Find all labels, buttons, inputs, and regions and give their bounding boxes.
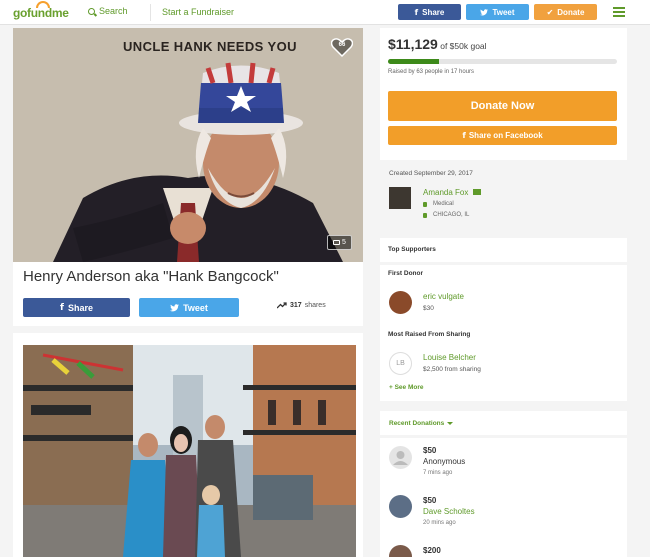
header-share-button[interactable]: f Share (398, 4, 461, 20)
top-nav: gofundme Search Start a Fundraiser f Sha… (0, 0, 650, 25)
donation-amount: $200 (423, 546, 441, 555)
progress-bar (388, 59, 617, 64)
amount-raised: $11,129 of $50k goal (388, 36, 487, 52)
search-link[interactable]: Search (88, 6, 128, 16)
recent-donations-dropdown[interactable]: Recent Donations (389, 420, 454, 427)
donor-name[interactable]: Dave Scholtes (423, 507, 475, 516)
facebook-icon: f (60, 302, 64, 313)
nav-divider (150, 4, 151, 21)
donation-summary-card: $11,129 of $50k goal Raised by 63 people… (380, 28, 627, 160)
camera-icon (333, 240, 341, 245)
donation-amount: $50 (423, 446, 437, 455)
recent-donations-list (380, 438, 627, 557)
hamburger-menu-icon[interactable] (613, 7, 625, 17)
share-on-facebook-button[interactable]: f Share on Facebook (388, 126, 617, 145)
user-icon (393, 451, 408, 465)
twitter-icon (170, 303, 180, 311)
organizer-location: CHICAGO, IL (423, 212, 469, 218)
donor-name: Anonymous (423, 457, 466, 466)
heart-count: 66 (338, 42, 346, 48)
donation-time: 7 mins ago (423, 470, 453, 476)
tag-icon (423, 201, 427, 207)
organizer-category: Medical (423, 201, 454, 207)
campaign-title: Henry Anderson aka "Hank Bangcock" (23, 268, 279, 285)
envelope-icon[interactable] (472, 189, 481, 195)
start-fundraiser-link[interactable]: Start a Fundraiser (162, 7, 234, 17)
campaign-hero-image[interactable]: UNCLE HANK NEEDS YOU (13, 28, 363, 262)
chevron-down-icon (447, 422, 454, 425)
first-donor-name[interactable]: eric vulgate (423, 292, 464, 301)
tweet-button[interactable]: Tweet (139, 298, 239, 317)
campaign-title-card: Henry Anderson aka "Hank Bangcock" f Sha… (13, 262, 363, 326)
search-icon (88, 7, 95, 15)
created-date: Created September 29, 2017 (389, 170, 473, 177)
most-raised-name[interactable]: Louise Belcher (423, 353, 476, 362)
top-supporters-header: Top Supporters (380, 238, 627, 262)
sun-logo-icon (36, 1, 50, 8)
photo-count-badge[interactable]: 5 (327, 235, 352, 250)
donation-time: 20 mins ago (423, 520, 456, 526)
donate-now-button[interactable]: Donate Now (388, 91, 617, 121)
organizer-avatar[interactable] (389, 187, 411, 209)
most-raised-amount: $2,500 from sharing (423, 366, 481, 373)
share-count: 317 shares (277, 302, 326, 309)
hero-caption: UNCLE HANK NEEDS YOU (123, 39, 297, 54)
top-supporters-panel: First Donor eric vulgate $30 Most Raised… (380, 265, 627, 401)
donation-amount: $50 (423, 496, 437, 505)
gofundme-logo[interactable]: gofundme (13, 1, 69, 20)
most-raised-avatar: LB (389, 352, 412, 375)
header-donate-button[interactable]: ✔ Donate (534, 4, 597, 20)
check-icon: ✔ (546, 7, 554, 17)
facebook-icon: f (414, 7, 419, 17)
trending-arrow-icon (277, 302, 287, 309)
first-donor-avatar (389, 291, 412, 314)
location-pin-icon (423, 212, 427, 218)
story-card (13, 333, 363, 557)
uncle-sam-illustration (13, 28, 363, 262)
facebook-icon: f (462, 131, 466, 140)
twitter-icon (480, 8, 489, 15)
header-tweet-button[interactable]: Tweet (466, 4, 529, 20)
family-photo (23, 345, 356, 557)
search-label: Search (99, 6, 128, 16)
facebook-share-button[interactable]: f Share (23, 298, 130, 317)
donor-avatar (389, 495, 412, 518)
organizer-name[interactable]: Amanda Fox (423, 188, 481, 197)
see-more-link[interactable]: + See More (389, 384, 424, 391)
story-photo[interactable] (23, 345, 356, 557)
first-donor-amount: $30 (423, 305, 434, 312)
progress-bar-fill (388, 59, 440, 64)
anonymous-avatar (389, 446, 412, 469)
raised-by-text: Raised by 63 people in 17 hours (388, 69, 475, 75)
